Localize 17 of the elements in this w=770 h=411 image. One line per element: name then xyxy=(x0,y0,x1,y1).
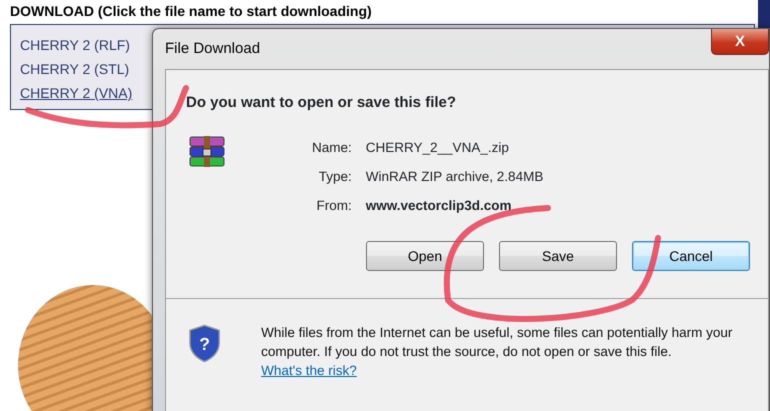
page-edge-strip xyxy=(758,0,770,30)
field-value: www.vectorclip3d.com xyxy=(366,197,513,215)
field-label: Type: xyxy=(318,168,352,186)
security-shield-icon: ? xyxy=(188,323,222,364)
dialog-button[interactable]: Open xyxy=(366,241,484,272)
dialog-question: Do you want to open or save this file? xyxy=(186,93,458,113)
field-label: From: xyxy=(316,197,352,215)
warning-text: While files from the Internet can be useful, some files can potentially harm your computer. If you do not trust the source, do not open or save this file. xyxy=(261,324,734,362)
window-title: File Download xyxy=(165,38,260,59)
field-value: WinRAR ZIP archive, 2.84MB xyxy=(366,168,544,186)
download-heading: DOWNLOAD (Click the file name to start downloading) xyxy=(10,4,372,18)
dialog-button[interactable]: Save xyxy=(499,241,617,272)
risk-link[interactable]: What's the risk? xyxy=(261,363,357,378)
dialog-button[interactable]: Cancel xyxy=(632,241,750,272)
field-label: Name: xyxy=(312,138,352,156)
field-value: CHERRY_2__VNA_.zip xyxy=(366,138,510,157)
close-button[interactable]: X xyxy=(711,29,769,55)
